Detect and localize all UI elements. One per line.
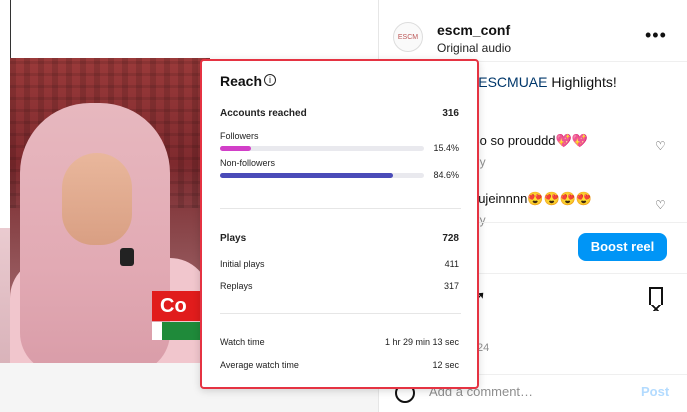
nonfollowers-bar-track	[220, 173, 424, 178]
avg-watch-time-value: 12 sec	[432, 360, 459, 370]
lapel-mic	[120, 248, 134, 266]
section-divider	[220, 313, 461, 314]
nonfollowers-label: Non-followers	[220, 158, 276, 168]
more-options-icon[interactable]: •••	[645, 26, 667, 44]
watch-time-label: Watch time	[220, 337, 265, 347]
lower-third-white-bar	[152, 322, 162, 340]
nonfollowers-bar-fill	[220, 173, 393, 178]
info-icon[interactable]: i	[264, 74, 276, 86]
like-comment-heart-icon[interactable]: ♡	[655, 139, 666, 153]
accounts-reached-label: Accounts reached	[220, 108, 307, 119]
screen: Co ESCM escm_conf Original audio ••• con…	[0, 0, 687, 412]
replays-value: 317	[443, 281, 459, 291]
audio-label[interactable]: Original audio	[437, 41, 511, 55]
bookmark-icon[interactable]	[649, 287, 663, 311]
plays-value: 728	[442, 233, 459, 244]
accounts-reached-value: 316	[442, 108, 459, 119]
followers-bar-fill	[220, 146, 252, 151]
like-comment-heart-icon[interactable]: ♡	[655, 198, 666, 212]
nonfollowers-value: 84.6%	[433, 170, 459, 180]
avg-watch-time-label: Average watch time	[220, 360, 299, 370]
replays-label: Replays	[220, 281, 253, 291]
followers-value: 15.4%	[433, 143, 459, 153]
post-username[interactable]: escm_conf	[437, 22, 510, 38]
plays-label: Plays	[220, 233, 247, 244]
comment-text: Lujeinnnn😍😍😍😍	[470, 191, 593, 206]
followers-bar-track	[220, 146, 424, 151]
lower-third-title: Co	[152, 291, 200, 321]
caption-text: Highlights!	[551, 74, 617, 90]
post-header: ESCM escm_conf Original audio •••	[379, 0, 687, 62]
caption-hashtag[interactable]: #ESCMUAE	[470, 74, 547, 90]
initial-plays-value: 411	[444, 259, 459, 269]
boost-reel-button[interactable]: Boost reel	[578, 233, 667, 261]
followers-label: Followers	[220, 131, 259, 141]
initial-plays-label: Initial plays	[220, 259, 265, 269]
reach-title: Reach	[220, 73, 263, 89]
post-comment-button[interactable]: Post	[641, 384, 669, 399]
reach-insights-popup: Reach i Accounts reached 316 Followers 1…	[200, 59, 479, 389]
watch-time-value: 1 hr 29 min 13 sec	[384, 337, 459, 347]
section-divider	[220, 208, 461, 209]
speaker-face	[62, 153, 132, 245]
avatar[interactable]: ESCM	[393, 22, 423, 52]
comment-text: So so prouddd💖💖	[470, 133, 588, 148]
